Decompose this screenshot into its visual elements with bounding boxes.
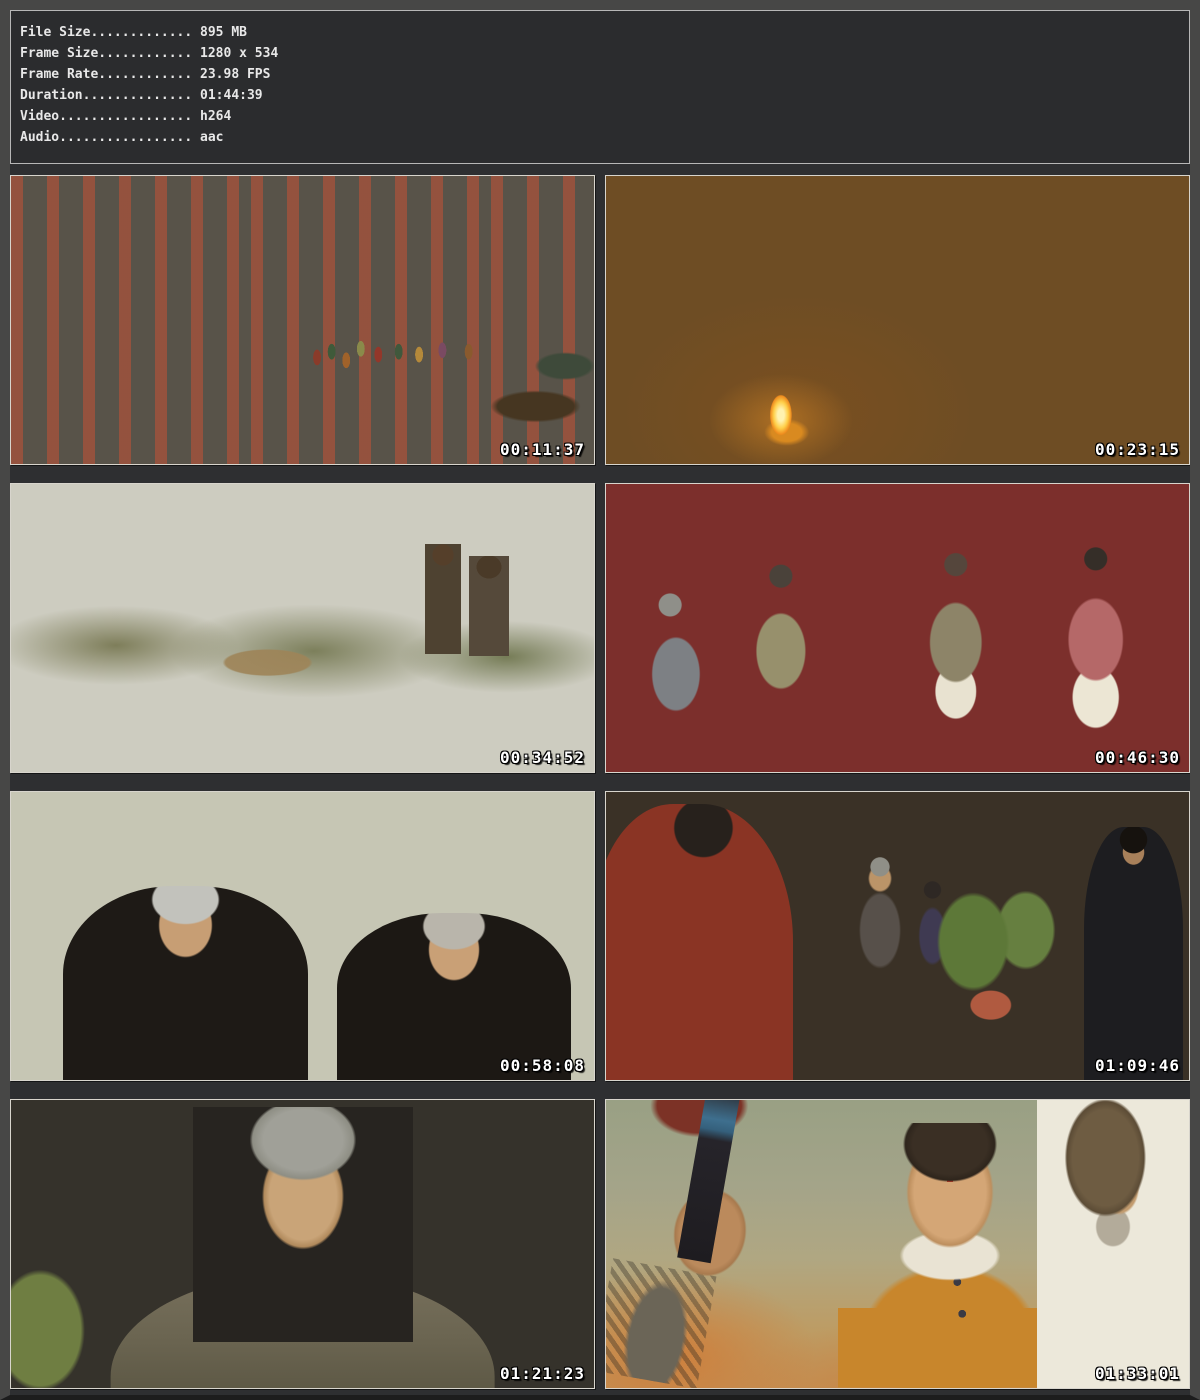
file-info-panel: File Size............. 895 MB Frame Size.…	[10, 10, 1190, 164]
file-info-line-duration: Duration.............. 01:44:39	[20, 85, 1189, 106]
media-info-post: File Size............. 895 MB Frame Size.…	[10, 10, 1190, 1389]
screenshot-thumbnail-4[interactable]: 00:46:30	[605, 483, 1190, 773]
scene-outdoor-audience	[11, 792, 594, 1080]
file-info-line-filesize: File Size............. 895 MB	[20, 22, 1189, 43]
file-info-line-framesize: Frame Size............ 1280 x 534	[20, 43, 1189, 64]
timestamp-overlay: 01:09:46	[1095, 1056, 1180, 1075]
file-info-label: Audio	[20, 130, 59, 145]
screenshot-thumbnail-5[interactable]: 00:58:08	[10, 791, 595, 1081]
scene-courtyard-confrontation	[606, 792, 1189, 1080]
timestamp-overlay: 00:11:37	[500, 440, 585, 459]
file-info-value: aac	[200, 130, 223, 145]
file-info-value: h264	[200, 109, 231, 124]
file-info-value: 23.98 FPS	[200, 67, 270, 82]
file-info-label: Frame Size	[20, 46, 98, 61]
file-info-line-audio: Audio................. aac	[20, 127, 1189, 148]
screenshot-grid: 00:11:37 00:23:15 00:34:52 00:46:30 00:5…	[10, 175, 1190, 1389]
scene-night-campfire	[606, 176, 1189, 464]
file-info-label: Frame Rate	[20, 67, 98, 82]
scene-smiling-man-microphone	[606, 1100, 1189, 1388]
file-info-line-framerate: Frame Rate............ 23.98 FPS	[20, 64, 1189, 85]
dot-leader: ............	[98, 67, 192, 82]
screenshot-thumbnail-6[interactable]: 01:09:46	[605, 791, 1190, 1081]
screenshot-thumbnail-3[interactable]: 00:34:52	[10, 483, 595, 773]
timestamp-overlay: 00:46:30	[1095, 748, 1180, 767]
scene-village-street	[11, 176, 594, 464]
dot-leader: .................	[59, 109, 192, 124]
timestamp-overlay: 00:34:52	[500, 748, 585, 767]
dot-leader: ..............	[83, 88, 193, 103]
scene-green-field-children	[11, 484, 594, 772]
file-info-value: 1280 x 534	[200, 46, 278, 61]
dot-leader: .............	[90, 25, 192, 40]
scene-elderly-man-closeup	[11, 1100, 594, 1388]
file-info-label: Video	[20, 109, 59, 124]
file-info-label: Duration	[20, 88, 83, 103]
timestamp-overlay: 01:33:01	[1095, 1364, 1180, 1383]
file-info-label: File Size	[20, 25, 90, 40]
timestamp-overlay: 01:21:23	[500, 1364, 585, 1383]
scene-living-room-meeting	[606, 484, 1189, 772]
dot-leader: ............	[98, 46, 192, 61]
file-info-value: 895 MB	[200, 25, 247, 40]
timestamp-overlay: 00:23:15	[1095, 440, 1180, 459]
screenshot-thumbnail-7[interactable]: 01:21:23	[10, 1099, 595, 1389]
screenshot-thumbnail-8[interactable]: 01:33:01	[605, 1099, 1190, 1389]
dot-leader: .................	[59, 130, 192, 145]
scene-secondary-person	[1037, 1100, 1189, 1388]
screenshot-thumbnail-1[interactable]: 00:11:37	[10, 175, 595, 465]
file-info-line-video: Video................. h264	[20, 106, 1189, 127]
screenshot-thumbnail-2[interactable]: 00:23:15	[605, 175, 1190, 465]
timestamp-overlay: 00:58:08	[500, 1056, 585, 1075]
file-info-value: 01:44:39	[200, 88, 263, 103]
